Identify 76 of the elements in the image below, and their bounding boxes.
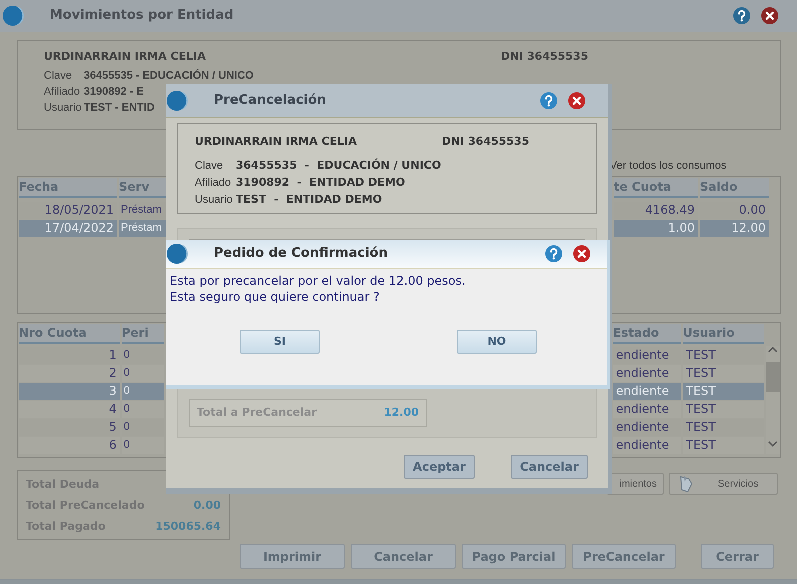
table-cell[interactable]: 0 [122, 401, 164, 418]
action-button[interactable]: Pago Parcial [462, 544, 566, 569]
dni-text: DNI 36455535 [501, 49, 588, 65]
dialog-title: Pedido de Confirmación [214, 245, 388, 264]
column-header: Usuario [683, 324, 764, 344]
column-header: Estado [613, 324, 682, 344]
table-cell[interactable]: 17/04/2022 [19, 220, 117, 237]
table-cell[interactable]: endiente [613, 401, 682, 418]
action-button[interactable]: Cerrar [701, 544, 774, 569]
message-text: Esta por precancelar por el valor de 12.00 pesos. [170, 273, 467, 289]
field-label: Afiliado [195, 176, 232, 191]
field-value: 3190892 - ENTIDAD DEMO [236, 174, 406, 191]
total-value: 0.00 [194, 498, 221, 514]
field-value: TEST - ENTID [84, 101, 155, 116]
side-button[interactable]: Servicios [669, 473, 778, 495]
table-cell[interactable]: TEST [683, 437, 764, 454]
column-header: Peri [122, 324, 164, 344]
action-button[interactable]: Imprimir [240, 544, 345, 569]
table-cell[interactable]: TEST [683, 383, 764, 400]
total-value: 12.00 [384, 404, 419, 421]
field-value: 36455535 - EDUCACIÓN / UNICO [84, 68, 254, 84]
action-button[interactable]: Aceptar [404, 455, 475, 479]
column-header: Saldo [700, 178, 769, 198]
close-icon[interactable] [761, 7, 779, 25]
dni-text: DNI 36455535 [442, 134, 530, 150]
client-name: URDINARRAIN IRMA CELIA [44, 49, 207, 65]
scroll-down-icon[interactable] [768, 440, 778, 448]
table-cell[interactable]: endiente [613, 437, 682, 454]
field-label: Clave [44, 69, 74, 84]
dialog-button[interactable]: NO [457, 330, 537, 354]
logo-icon [2, 5, 24, 27]
help-icon[interactable] [540, 92, 558, 110]
table-cell[interactable]: 0 [122, 383, 164, 400]
message-text: Esta seguro que quiere continuar ? [170, 289, 381, 305]
field-label: Afiliado [44, 85, 82, 100]
action-button[interactable]: Cancelar [351, 544, 456, 569]
field-value: TEST - ENTIDAD DEMO [236, 192, 382, 208]
field-label: Clave [195, 158, 224, 174]
table-cell[interactable]: Préstam [119, 220, 167, 237]
side-button[interactable]: imientos [607, 473, 664, 495]
column-header: te Cuota [614, 178, 698, 198]
table-cell[interactable]: 1.00 [614, 220, 698, 237]
field-label: Usuario [44, 101, 83, 116]
column-header: Serv [119, 178, 167, 198]
field-label: Usuario [195, 192, 234, 208]
scroll-up-icon[interactable] [768, 346, 778, 354]
dialog-title: PreCancelación [214, 92, 326, 110]
table-cell[interactable]: 6 [19, 437, 120, 454]
action-button[interactable]: Cancelar [511, 455, 588, 479]
field-value: 36455535 - EDUCACIÓN / UNICO [236, 158, 442, 174]
total-label: Total a PreCancelar [197, 404, 318, 421]
dialog-button[interactable]: SI [240, 330, 320, 354]
window-title: Movimientos por Entidad [50, 7, 234, 26]
logo-icon [166, 90, 188, 112]
column-header: Fecha [19, 178, 117, 198]
table-cell[interactable]: 0 [122, 365, 164, 382]
total-value: 150065.64 [156, 519, 221, 536]
close-icon[interactable] [573, 245, 591, 263]
table-cell[interactable]: 4 [19, 401, 120, 418]
table-cell[interactable]: 2 [19, 365, 120, 382]
table-cell[interactable]: TEST [683, 401, 764, 418]
close-icon[interactable] [568, 92, 586, 110]
table-cell[interactable]: TEST [683, 365, 764, 382]
action-button[interactable]: PreCancelar [572, 544, 676, 569]
logo-icon [166, 243, 188, 265]
column-header: Nro Cuota [19, 324, 120, 344]
table-cell[interactable]: endiente [613, 365, 682, 382]
table-cell[interactable]: 12.00 [700, 220, 769, 237]
field-value: 3190892 - E [84, 85, 144, 100]
help-icon[interactable] [733, 7, 751, 25]
table-cell[interactable]: endiente [613, 383, 682, 400]
scrollbar-thumb[interactable] [766, 362, 780, 392]
client-name: URDINARRAIN IRMA CELIA [195, 134, 358, 150]
help-icon[interactable] [545, 245, 563, 263]
table-cell[interactable]: 3 [19, 383, 120, 400]
table-cell[interactable]: 0 [122, 437, 164, 454]
